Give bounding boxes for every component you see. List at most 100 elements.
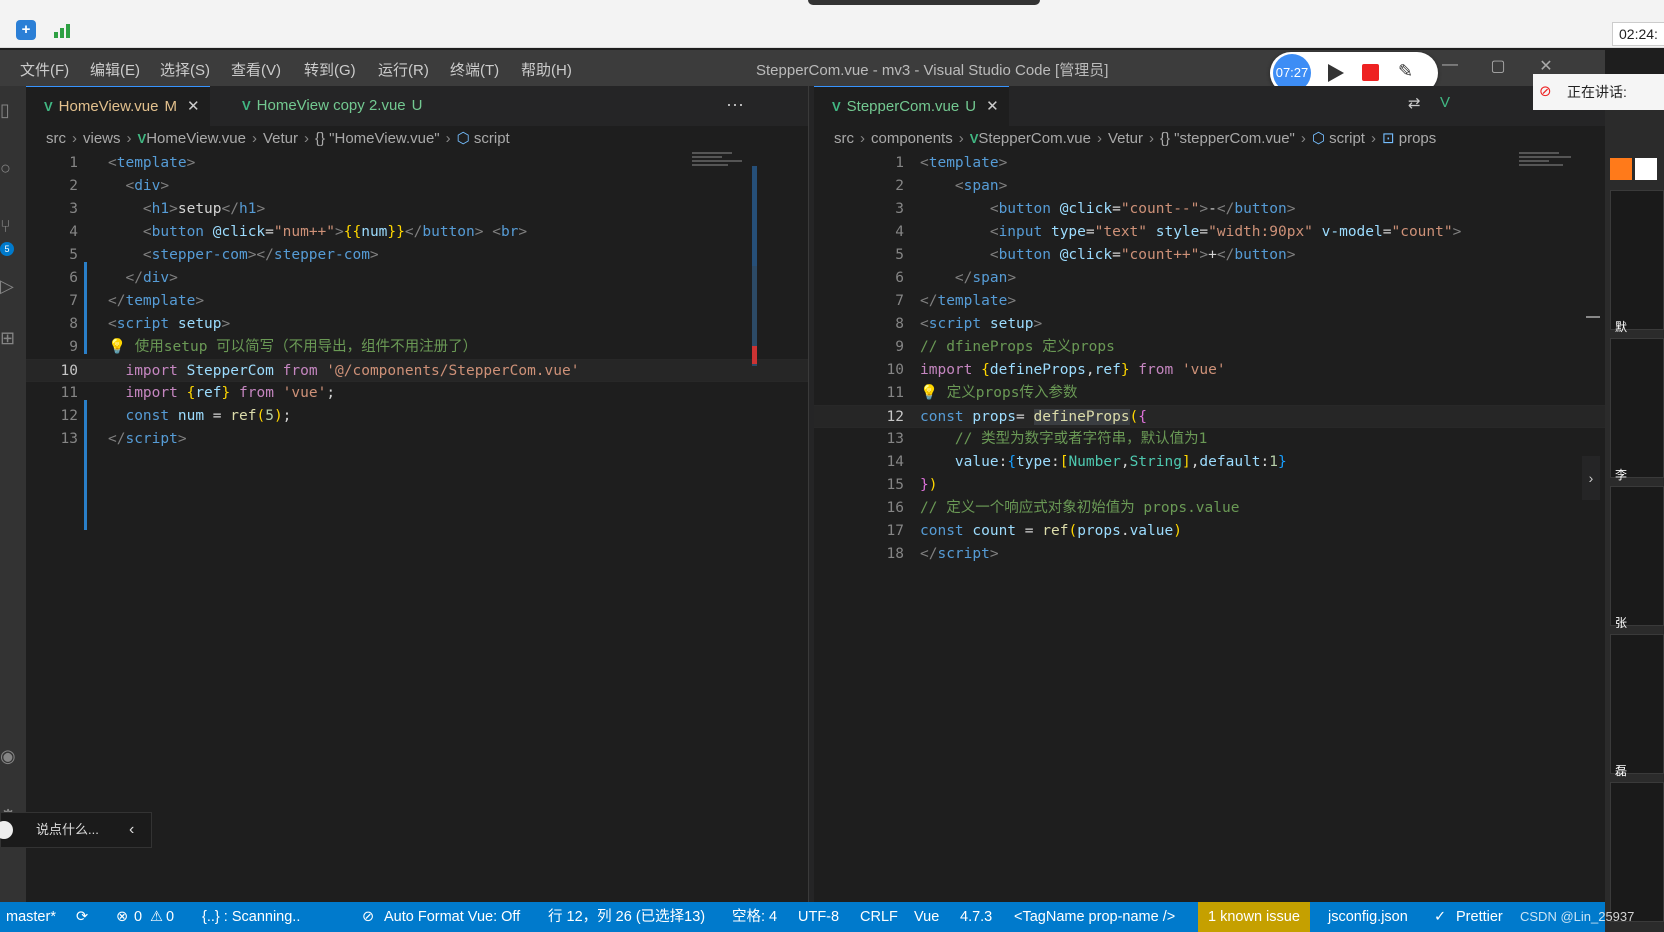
code-line: 12 const num = ref(5); (60, 408, 292, 424)
participant-card[interactable] (1610, 190, 1664, 330)
language-mode[interactable]: Vue (914, 902, 939, 932)
tab-homeview[interactable]: V HomeView.vue M ✕ (26, 86, 210, 126)
encoding[interactable]: UTF-8 (798, 902, 839, 932)
emoji-icon[interactable] (0, 821, 13, 839)
breadcrumb-item[interactable]: src (834, 130, 854, 147)
participant-card[interactable] (1610, 338, 1664, 478)
stop-recording-icon[interactable] (1362, 64, 1379, 81)
meeting-participants-panel: 默 李 张 磊 (1605, 86, 1664, 932)
source-control-icon[interactable]: ⑂ (0, 216, 26, 237)
menu-file[interactable]: 文件(F) (20, 59, 69, 80)
participant-card[interactable] (1610, 634, 1664, 774)
breadcrumb-item[interactable]: props (1399, 130, 1437, 147)
code-line: 9 💡 使用setup 可以简写（不用导出，组件不用注册了） (69, 339, 478, 355)
check-icon: ✓ (1434, 909, 1447, 925)
maximize-icon[interactable]: ▢ (1488, 56, 1508, 76)
code-editor[interactable]: 1 <template> 2 <div> 3 <h1>setup</h1> 4 <… (26, 152, 808, 451)
shield-extension-icon[interactable]: + (16, 20, 36, 40)
extensions-icon[interactable]: ⊞ (0, 328, 26, 349)
chat-input[interactable]: 说点什么... ‹ (0, 812, 152, 848)
code-line: 7 </template> (895, 293, 1017, 309)
menu-terminal[interactable]: 终端(T) (450, 59, 499, 80)
code-line: 1 <template> (69, 155, 196, 171)
symbol-icon: ⬡ (1311, 130, 1330, 147)
code-line: 13 // 类型为数字或者字符串，默认值为1 (886, 431, 1208, 447)
line-ending[interactable]: CRLF (860, 902, 898, 932)
ts-version[interactable]: 4.7.3 (960, 902, 992, 932)
sync-icon[interactable]: ⟳ (76, 902, 88, 932)
breadcrumb-item[interactable]: views (83, 130, 121, 147)
participant-card[interactable] (1610, 486, 1664, 626)
git-branch[interactable]: master* (6, 902, 56, 932)
minimap[interactable] (692, 152, 752, 182)
breadcrumb-item[interactable]: {} "HomeView.vue" (315, 130, 440, 147)
screen-notch (808, 0, 1040, 5)
participant-card[interactable] (1610, 782, 1664, 922)
property-icon: ⊡ (1381, 130, 1399, 147)
explorer-icon[interactable]: ▯ (0, 100, 26, 121)
breadcrumb-item[interactable]: src (46, 130, 66, 147)
warning-count[interactable]: 0 (166, 902, 174, 932)
scanning-status: {..} : Scanning.. (202, 909, 301, 925)
breadcrumb: src › components › VStepperCom.vue › Vetur ›{} … (834, 130, 1437, 147)
tab-homeview-copy[interactable]: V HomeView copy 2.vue U (224, 86, 432, 126)
watermark: CSDN @Lin_25937 (1520, 909, 1635, 924)
vue-file-icon: V (137, 131, 147, 146)
auto-format-status[interactable]: Auto Format Vue: Off (384, 902, 520, 932)
errors-icon[interactable]: ⊗ (116, 902, 128, 932)
vue-devtools-icon[interactable]: V (1440, 94, 1450, 111)
stats-extension-icon[interactable] (52, 20, 72, 40)
compare-changes-icon[interactable]: ⇄ (1408, 94, 1421, 112)
breadcrumb-item[interactable]: StepperCom.vue (978, 130, 1091, 147)
error-count[interactable]: 0 (134, 902, 142, 932)
jsconfig-status[interactable]: jsconfig.json (1328, 902, 1408, 932)
breadcrumb-item[interactable]: script (1329, 130, 1365, 147)
breadcrumb-item[interactable]: Vetur (1108, 130, 1143, 147)
code-line: 11 import {ref} from 'vue'; (60, 385, 336, 401)
indentation[interactable]: 空格: 4 (732, 902, 777, 932)
close-tab-icon[interactable]: ✕ (187, 98, 200, 115)
code-line: 6 </span> (895, 270, 1017, 286)
code-editor[interactable]: 1 <template> 2 <span> 3 <button @click="c… (814, 152, 1605, 566)
close-tab-icon[interactable]: ✕ (986, 98, 999, 115)
menu-selection[interactable]: 选择(S) (160, 59, 210, 80)
tab-steppercom[interactable]: V StepperCom.vue U ✕ (814, 86, 1009, 126)
breadcrumb-item[interactable]: script (474, 130, 510, 147)
breadcrumb-item[interactable]: {} "stepperCom.vue" (1160, 130, 1295, 147)
chevron-left-icon[interactable]: ‹ (129, 813, 134, 847)
more-actions-icon[interactable]: ··· (726, 94, 744, 115)
breadcrumb-item[interactable]: Vetur (263, 130, 298, 147)
symbol-icon: ⬡ (456, 130, 474, 147)
warning-icon[interactable]: ⚠ (150, 902, 163, 932)
breadcrumb: src › views › VHomeView.vue › Vetur ›{} "HomeVi… (46, 130, 510, 147)
menu-help[interactable]: 帮助(H) (521, 59, 572, 80)
share-screen-icon[interactable] (1635, 158, 1657, 180)
menu-edit[interactable]: 编辑(E) (90, 59, 140, 80)
account-icon[interactable]: ◉ (0, 746, 26, 767)
close-window-icon[interactable]: ✕ (1536, 56, 1556, 76)
code-line: 16// 定义一个响应式对象初始值为 props.value (886, 500, 1240, 516)
prettier-status[interactable]: Prettier (1456, 902, 1503, 932)
scroll-indicator (752, 166, 757, 266)
known-issue-badge[interactable]: 1 known issue (1198, 902, 1310, 932)
tab-bar: V HomeView.vue M ✕ V HomeView copy 2.vue U ··… (26, 86, 808, 126)
vue-file-icon: V (44, 99, 53, 114)
run-debug-icon[interactable]: ▷ (0, 276, 26, 297)
tagname-casing[interactable]: <TagName prop-name /> (1014, 902, 1175, 932)
code-line: 3 <button @click="count--">-</button> (895, 201, 1296, 217)
breadcrumb-item[interactable]: components (871, 130, 953, 147)
search-icon[interactable]: ○ (0, 158, 26, 179)
breadcrumb-item[interactable]: HomeView.vue (146, 130, 246, 147)
minimap[interactable] (1519, 152, 1579, 182)
play-icon[interactable] (1328, 64, 1344, 82)
cursor-position[interactable]: 行 12，列 26 (已选择13) (548, 902, 705, 932)
window-title: StepperCom.vue - mv3 - Visual Studio Cod… (756, 62, 1109, 79)
pen-icon[interactable]: ✎ (1398, 61, 1413, 82)
code-line: 9// dfineProps 定义props (895, 339, 1115, 355)
code-line: 17 const count = ref(props.value) (886, 523, 1182, 539)
collapse-panel-icon[interactable]: › (1582, 456, 1600, 500)
menu-go[interactable]: 转到(G) (304, 59, 356, 80)
minimize-icon[interactable]: — (1440, 56, 1460, 76)
menu-run[interactable]: 运行(R) (378, 59, 429, 80)
menu-view[interactable]: 查看(V) (231, 59, 281, 80)
